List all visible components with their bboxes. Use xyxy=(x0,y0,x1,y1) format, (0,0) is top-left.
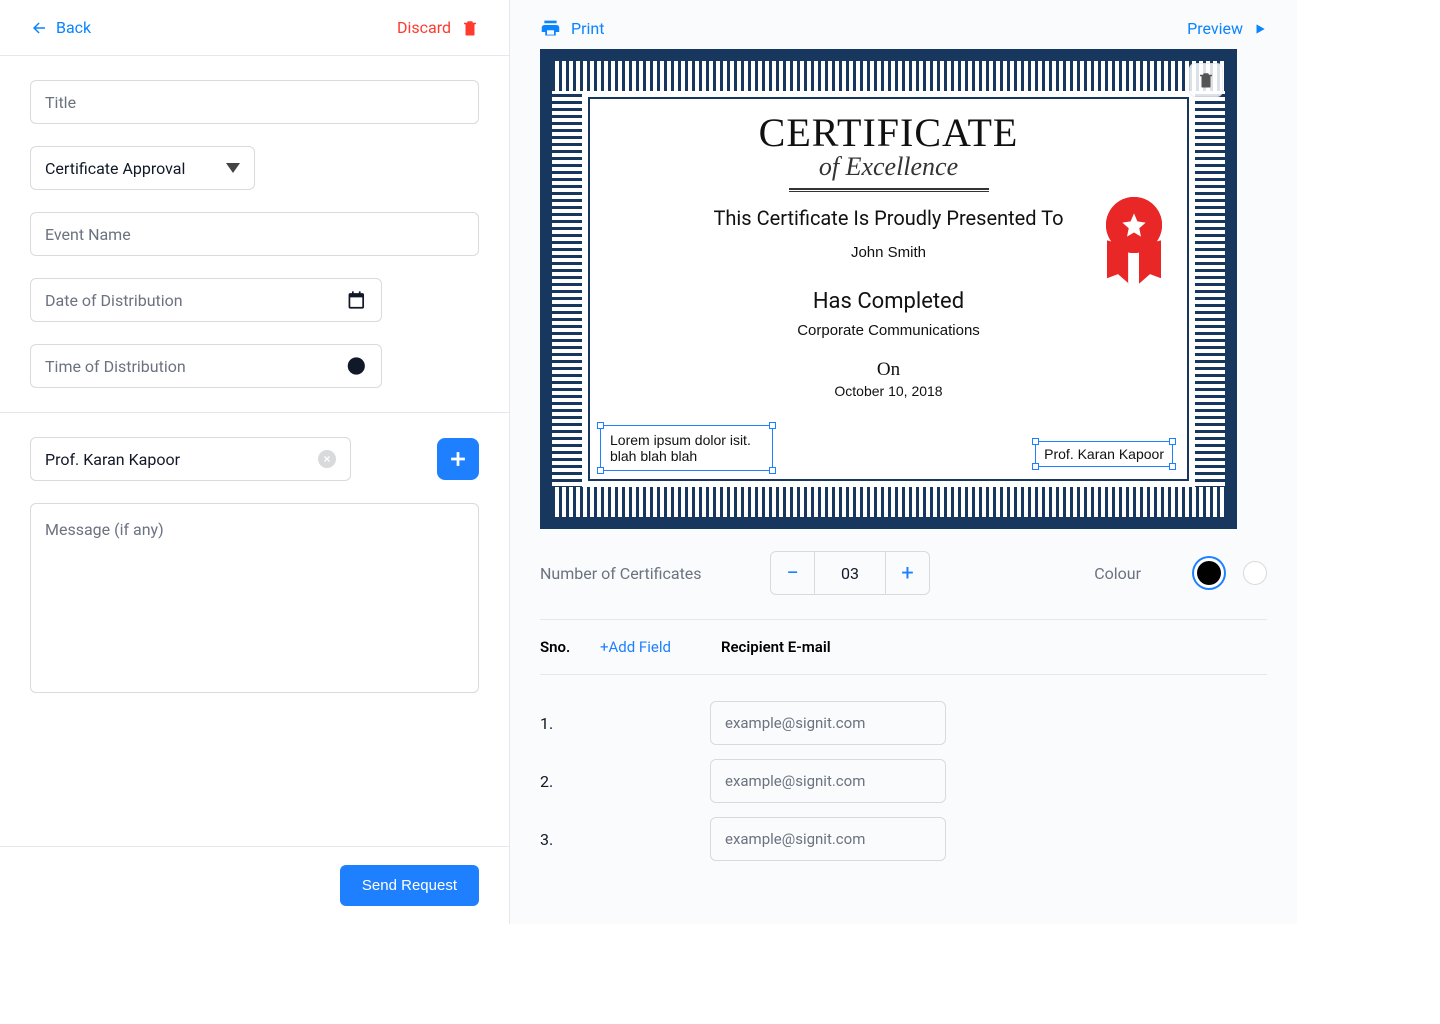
selected-text-content: Prof. Karan Kapoor xyxy=(1044,446,1164,462)
cert-subtitle: of Excellence xyxy=(600,152,1177,182)
recipient-email-input[interactable] xyxy=(725,714,931,732)
certificate-preview: CERTIFICATE of Excellence This Certifica… xyxy=(540,49,1267,529)
email-field[interactable] xyxy=(710,701,946,745)
colour-label: Colour xyxy=(1094,564,1141,583)
title-input[interactable] xyxy=(45,93,464,112)
row-number: 1. xyxy=(540,714,710,733)
options-row: Number of Certificates − 03 + Colour xyxy=(540,551,1267,620)
table-row: 3. xyxy=(540,817,1267,861)
message-field[interactable] xyxy=(30,503,479,693)
left-panel: Back Discard Certificate Approval xyxy=(0,0,510,924)
row-number: 2. xyxy=(540,772,710,791)
resize-handle[interactable] xyxy=(597,422,604,429)
plus-icon xyxy=(447,448,469,470)
preview-label: Preview xyxy=(1187,19,1243,38)
certificate-content: CERTIFICATE of Excellence This Certifica… xyxy=(600,109,1177,469)
close-icon xyxy=(322,454,332,464)
cert-on: On xyxy=(600,359,1177,381)
back-button[interactable]: Back xyxy=(30,18,91,37)
discard-label: Discard xyxy=(397,18,451,37)
left-header: Back Discard xyxy=(0,0,509,55)
arrow-left-icon xyxy=(30,19,48,37)
email-field[interactable] xyxy=(710,759,946,803)
resize-handle[interactable] xyxy=(1169,438,1176,445)
text-box-signature[interactable]: Prof. Karan Kapoor xyxy=(1035,441,1173,467)
cert-date: October 10, 2018 xyxy=(600,383,1177,399)
calendar-icon xyxy=(346,289,367,311)
certificate-canvas[interactable]: CERTIFICATE of Excellence This Certifica… xyxy=(540,49,1237,529)
trash-icon xyxy=(1197,71,1215,89)
email-header: Recipient E-mail xyxy=(721,638,831,656)
form-section-main: Certificate Approval xyxy=(0,55,509,412)
signee-row: Prof. Karan Kapoor xyxy=(30,437,479,481)
selected-text-content: Lorem ipsum dolor isit. blah blah blah xyxy=(610,432,751,464)
trash-icon xyxy=(461,19,479,37)
resize-handle[interactable] xyxy=(769,422,776,429)
signee-name: Prof. Karan Kapoor xyxy=(45,450,180,469)
preview-button[interactable]: Preview xyxy=(1187,19,1267,38)
title-field[interactable] xyxy=(30,80,479,124)
row-number: 3. xyxy=(540,830,710,849)
recipients-rows: 1. 2. 3. xyxy=(540,675,1267,861)
printer-icon xyxy=(540,18,561,39)
recipient-email-input[interactable] xyxy=(725,830,931,848)
right-header: Print Preview xyxy=(510,0,1297,49)
text-box-lorem[interactable]: Lorem ipsum dolor isit. blah blah blah xyxy=(600,425,773,471)
resize-handle[interactable] xyxy=(1032,463,1039,470)
increment-button[interactable]: + xyxy=(885,552,929,594)
cert-recipient-name: John Smith xyxy=(600,244,1177,261)
decrement-button[interactable]: − xyxy=(771,552,815,594)
date-input[interactable] xyxy=(45,291,346,310)
signee-field[interactable]: Prof. Karan Kapoor xyxy=(30,437,351,481)
clear-signee-button[interactable] xyxy=(318,450,336,468)
table-row: 1. xyxy=(540,701,1267,745)
add-signee-button[interactable] xyxy=(437,438,479,480)
send-request-button[interactable]: Send Request xyxy=(340,865,479,906)
table-row: 2. xyxy=(540,759,1267,803)
colour-swatch-white[interactable] xyxy=(1243,561,1267,585)
form-section-signee: Prof. Karan Kapoor xyxy=(0,412,509,717)
time-input[interactable] xyxy=(45,357,346,376)
resize-handle[interactable] xyxy=(1169,463,1176,470)
recipients-header: Sno. +Add Field Recipient E-mail xyxy=(540,620,1267,675)
cert-divider xyxy=(789,188,989,192)
print-button[interactable]: Print xyxy=(540,18,604,39)
colour-swatch-black[interactable] xyxy=(1197,561,1221,585)
number-of-certificates-label: Number of Certificates xyxy=(540,564,770,583)
quantity-stepper: − 03 + xyxy=(770,551,930,595)
resize-handle[interactable] xyxy=(769,467,776,474)
recipient-email-input[interactable] xyxy=(725,772,931,790)
approval-select[interactable]: Certificate Approval xyxy=(30,146,255,190)
cert-completed: Has Completed xyxy=(600,289,1177,314)
cert-title: CERTIFICATE xyxy=(600,109,1177,156)
discard-button[interactable]: Discard xyxy=(397,18,479,37)
back-label: Back xyxy=(56,18,91,37)
message-input[interactable] xyxy=(45,520,464,676)
print-label: Print xyxy=(571,19,604,38)
right-panel: Print Preview CERTIFICATE of Excellence xyxy=(510,0,1297,924)
play-icon xyxy=(1253,22,1267,36)
delete-certificate-button[interactable] xyxy=(1189,63,1223,97)
date-field[interactable] xyxy=(30,278,382,322)
event-name-field[interactable] xyxy=(30,212,479,256)
cert-topic: Corporate Communications xyxy=(600,322,1177,339)
chevron-down-icon xyxy=(226,163,240,173)
resize-handle[interactable] xyxy=(597,467,604,474)
time-field[interactable] xyxy=(30,344,382,388)
resize-handle[interactable] xyxy=(1032,438,1039,445)
clock-icon xyxy=(346,355,367,377)
sno-header: Sno. xyxy=(540,638,600,656)
colour-swatches xyxy=(1197,561,1267,585)
approval-selected-label: Certificate Approval xyxy=(45,159,185,178)
quantity-value: 03 xyxy=(815,552,885,594)
add-field-button[interactable]: +Add Field xyxy=(600,638,671,656)
recipients-section: Sno. +Add Field Recipient E-mail 1. 2. 3… xyxy=(540,620,1267,861)
cert-presented-line: This Certificate Is Proudly Presented To xyxy=(600,206,1177,230)
email-field[interactable] xyxy=(710,817,946,861)
left-footer: Send Request xyxy=(0,846,509,924)
event-input[interactable] xyxy=(45,225,464,244)
